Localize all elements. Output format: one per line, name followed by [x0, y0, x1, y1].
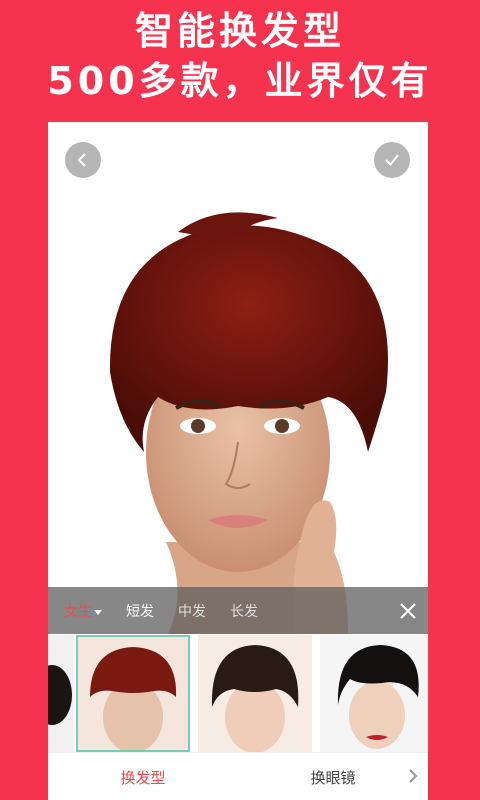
back-button[interactable]: [65, 142, 101, 178]
face-photo: 女生 短发 中发 长发: [48, 122, 428, 634]
hairstyle-thumbnail[interactable]: [320, 635, 428, 752]
tab-change-glasses[interactable]: 换眼镜: [238, 767, 428, 788]
check-icon: [385, 154, 399, 167]
model-portrait-image: [109, 212, 389, 634]
hairstyle-preview-image: [320, 635, 428, 752]
close-icon[interactable]: [398, 601, 418, 621]
app-screen: 女生 短发 中发 长发 换发型 换眼镜: [48, 122, 428, 800]
tab-change-hairstyle[interactable]: 换发型: [48, 767, 238, 788]
tab-long-hair[interactable]: 长发: [230, 601, 258, 621]
hairstyle-preview-image: [198, 635, 312, 752]
hairstyle-thumbnail-strip[interactable]: [48, 635, 428, 752]
confirm-button[interactable]: [374, 142, 410, 178]
hairstyle-thumbnail[interactable]: [198, 635, 312, 752]
tab-medium-hair[interactable]: 中发: [178, 601, 206, 621]
chevron-left-icon: [77, 153, 86, 167]
tab-short-hair[interactable]: 短发: [126, 601, 154, 621]
hairstyle-preview-image: [48, 635, 74, 752]
promo-headline: 智能换发型 500多款，业界仅有: [0, 6, 480, 106]
hairstyle-thumbnail[interactable]: [48, 635, 74, 752]
promo-line-2: 500多款，业界仅有: [47, 59, 433, 103]
hairstyle-preview-image: [76, 635, 190, 752]
caret-down-icon: [94, 610, 102, 615]
gender-dropdown[interactable]: 女生: [64, 601, 102, 621]
hairstyle-thumbnail-selected[interactable]: [76, 635, 190, 752]
bottom-navigation: 换发型 换眼镜: [48, 752, 428, 800]
gender-label: 女生: [64, 604, 92, 620]
hair-category-bar: 女生 短发 中发 长发: [48, 587, 428, 634]
chevron-right-icon[interactable]: [408, 768, 418, 784]
promo-line-1: 智能换发型: [134, 9, 345, 53]
